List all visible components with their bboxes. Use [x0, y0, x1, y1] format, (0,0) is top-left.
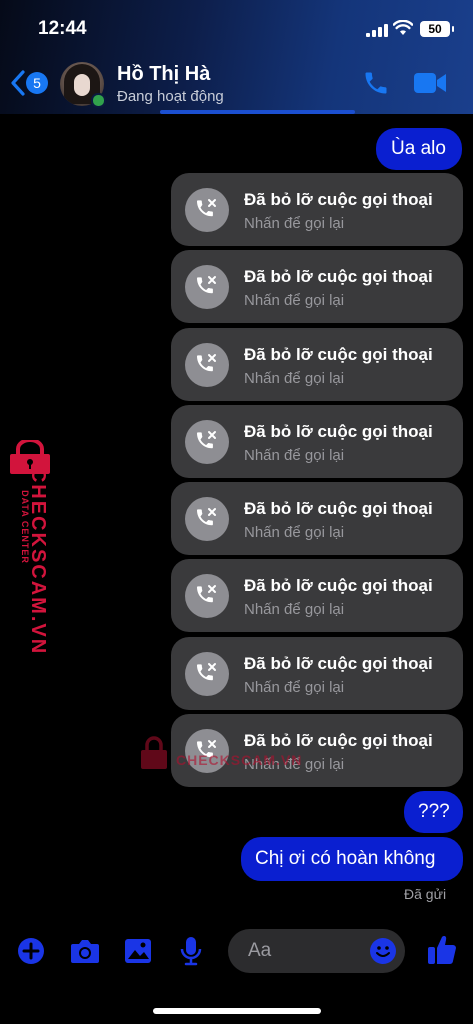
unread-badge[interactable]: 5 — [26, 72, 48, 94]
missed-call-message[interactable]: Đã bỏ lỡ cuộc gọi thoại Nhấn để gọi lại — [171, 328, 463, 401]
emoji-icon[interactable] — [369, 937, 397, 965]
contact-name[interactable]: Hồ Thị Hà — [117, 63, 210, 86]
missed-call-subtitle: Nhấn để gọi lại — [244, 679, 345, 696]
gallery-icon[interactable] — [124, 938, 152, 964]
cellular-signal-icon — [366, 24, 388, 37]
phone-icon[interactable] — [362, 69, 390, 97]
missed-call-icon — [185, 188, 229, 232]
missed-call-icon — [185, 265, 229, 309]
missed-call-title: Đã bỏ lỡ cuộc gọi thoại — [244, 731, 433, 750]
missed-call-icon — [185, 574, 229, 618]
missed-call-subtitle: Nhấn để gọi lại — [244, 601, 345, 618]
plus-icon[interactable] — [17, 937, 45, 965]
online-indicator — [91, 93, 106, 108]
video-call-icon[interactable] — [413, 70, 447, 96]
pinned-bar — [160, 110, 355, 114]
outgoing-message[interactable]: Chị ơi có hoàn không — [241, 837, 463, 881]
back-chevron-icon[interactable] — [10, 68, 26, 98]
missed-call-title: Đã bỏ lỡ cuộc gọi thoại — [244, 576, 433, 595]
missed-call-subtitle: Nhấn để gọi lại — [244, 215, 345, 232]
status-time: 12:44 — [38, 18, 87, 39]
missed-call-message[interactable]: Đã bỏ lỡ cuộc gọi thoại Nhấn để gọi lại — [171, 559, 463, 632]
wifi-icon — [393, 20, 413, 35]
missed-call-subtitle: Nhấn để gọi lại — [244, 524, 345, 541]
missed-call-title: Đã bỏ lỡ cuộc gọi thoại — [244, 267, 433, 286]
microphone-icon[interactable] — [180, 936, 202, 966]
watermark-brand-center: CHECKSCAM.VN — [176, 752, 303, 768]
message-text: Chị ơi có hoàn không — [255, 848, 436, 869]
missed-call-title: Đã bỏ lỡ cuộc gọi thoại — [244, 422, 433, 441]
missed-call-icon — [185, 420, 229, 464]
missed-call-message[interactable]: Đã bỏ lỡ cuộc gọi thoại Nhấn để gọi lại — [171, 482, 463, 555]
missed-call-title: Đã bỏ lỡ cuộc gọi thoại — [244, 654, 433, 673]
camera-icon[interactable] — [70, 938, 100, 964]
missed-call-subtitle: Nhấn để gọi lại — [244, 370, 345, 387]
watermark-brand: CHECKSCAM.VN — [27, 467, 50, 656]
missed-call-message[interactable]: Đã bỏ lỡ cuộc gọi thoại Nhấn để gọi lại — [171, 637, 463, 710]
padlock-icon — [141, 736, 167, 769]
message-text: ??? — [418, 801, 450, 822]
outgoing-message[interactable]: ??? — [404, 791, 463, 833]
missed-call-title: Đã bỏ lỡ cuộc gọi thoại — [244, 190, 433, 209]
missed-call-subtitle: Nhấn để gọi lại — [244, 292, 345, 309]
battery-icon: 50 — [420, 21, 454, 37]
missed-call-subtitle: Nhấn để gọi lại — [244, 447, 345, 464]
missed-call-icon — [185, 652, 229, 696]
missed-call-message[interactable]: Đã bỏ lỡ cuộc gọi thoại Nhấn để gọi lại — [171, 250, 463, 323]
outgoing-message[interactable]: Ùa alo — [376, 128, 462, 170]
status-bar: 12:44 50 — [0, 0, 473, 58]
missed-call-icon — [185, 497, 229, 541]
message-input-placeholder: Aa — [248, 940, 272, 961]
missed-call-icon — [185, 343, 229, 387]
message-input[interactable]: Aa — [228, 929, 405, 973]
presence-status: Đang hoạt động — [117, 88, 224, 105]
home-indicator — [153, 1008, 321, 1014]
missed-call-message[interactable]: Đã bỏ lỡ cuộc gọi thoại Nhấn để gọi lại — [171, 173, 463, 246]
missed-call-message[interactable]: Đã bỏ lỡ cuộc gọi thoại Nhấn để gọi lại — [171, 405, 463, 478]
missed-call-message[interactable]: Đã bỏ lỡ cuộc gọi thoại Nhấn để gọi lại — [171, 714, 463, 787]
missed-call-title: Đã bỏ lỡ cuộc gọi thoại — [244, 345, 433, 364]
message-text: Ùa alo — [391, 138, 446, 159]
missed-call-title: Đã bỏ lỡ cuộc gọi thoại — [244, 499, 433, 518]
thumbs-up-icon[interactable] — [427, 934, 457, 966]
watermark-side: DATA CENTER CHECKSCAM.VN — [4, 440, 52, 655]
delivery-status: Đã gửi — [404, 886, 447, 902]
